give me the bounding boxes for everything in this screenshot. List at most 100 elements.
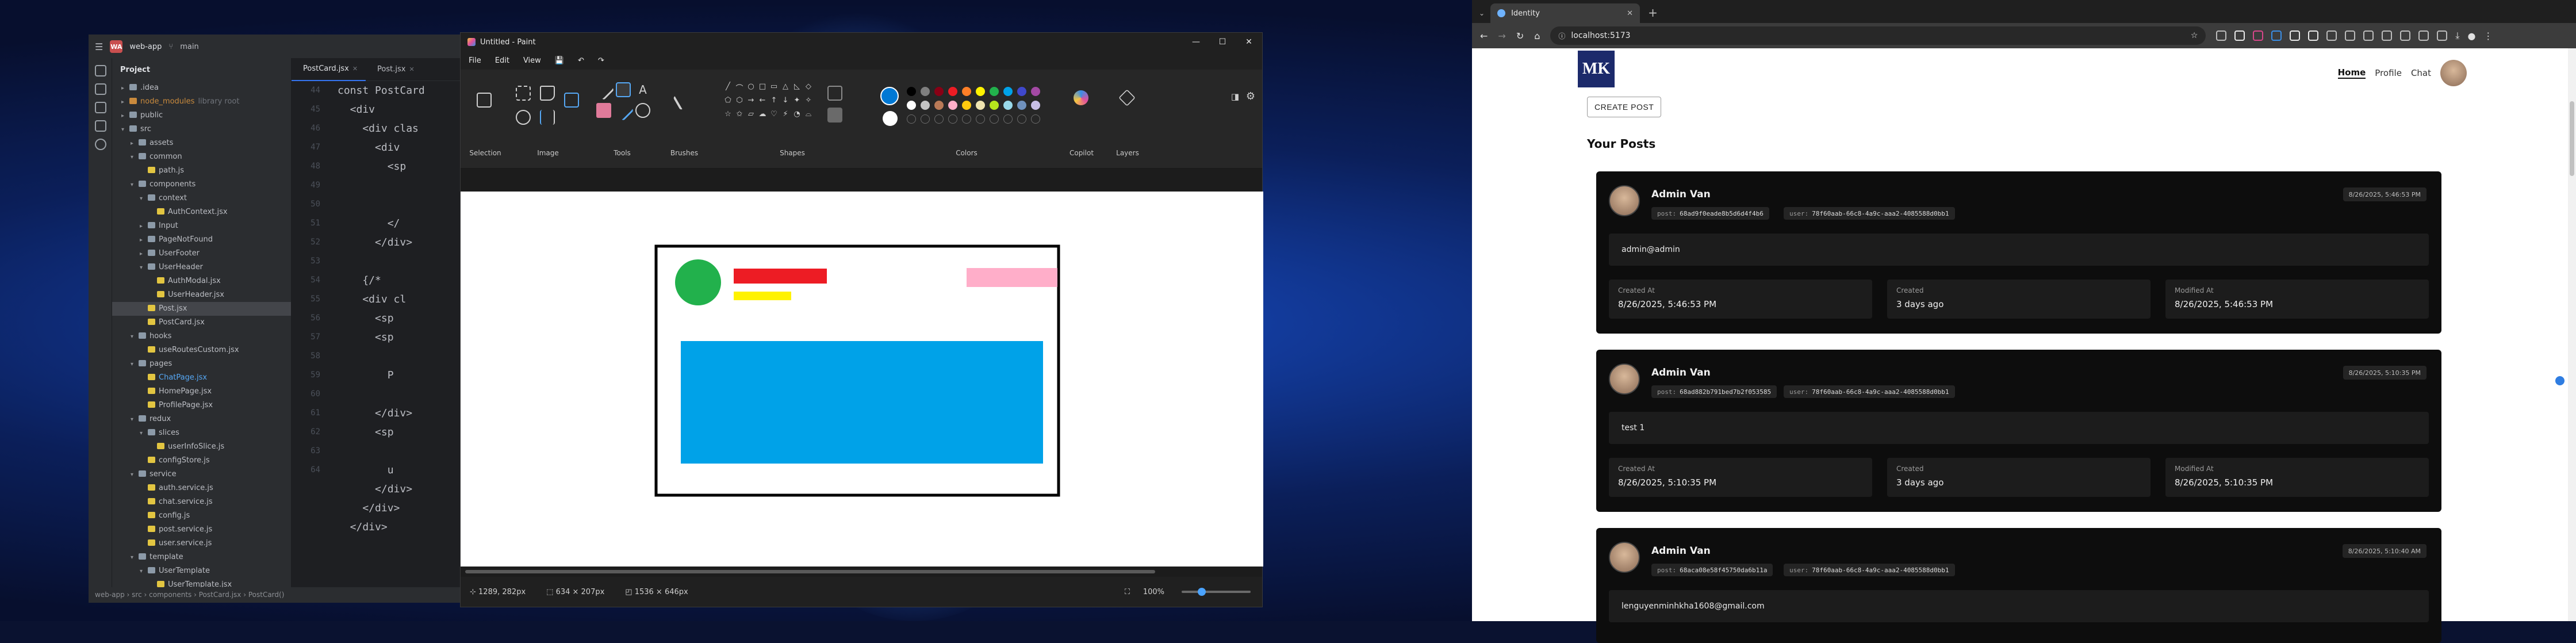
color-swatch[interactable] (921, 101, 930, 110)
color-swatch[interactable] (976, 87, 985, 96)
settings-icon[interactable]: ⚙ (1246, 90, 1255, 102)
image-select-icon[interactable] (564, 93, 579, 108)
author-avatar[interactable] (1609, 542, 1640, 573)
secondary-color-swatch[interactable] (883, 111, 898, 126)
nav-link-home[interactable]: Home (2337, 67, 2366, 79)
color-swatch[interactable] (990, 87, 999, 96)
shape-option-icon[interactable]: ☁ (757, 110, 768, 118)
color-swatch[interactable] (990, 101, 999, 110)
primary-color-swatch[interactable] (880, 87, 899, 105)
tab-close-icon[interactable]: ✕ (409, 66, 414, 73)
expand-arrow-icon[interactable]: ▾ (140, 427, 148, 440)
project-name[interactable]: web-app (129, 43, 162, 51)
shape-option-icon[interactable]: △ (780, 82, 791, 91)
shape-option-icon[interactable]: ○ (746, 82, 756, 91)
color-swatch[interactable] (921, 114, 930, 124)
tree-item[interactable]: auth.service.js (112, 481, 291, 495)
tab-search-icon[interactable]: ⌄ (1477, 9, 1490, 23)
shape-option-icon[interactable]: ▭ (769, 82, 779, 91)
scrollbar-thumb[interactable] (2570, 101, 2574, 176)
browser-tab[interactable]: Identity ✕ (1490, 3, 1640, 23)
expand-arrow-icon[interactable]: ▾ (131, 468, 139, 481)
crop-icon[interactable] (516, 86, 531, 101)
shape-option-icon[interactable]: □ (757, 82, 768, 91)
forward-icon[interactable]: → (1498, 30, 1505, 41)
color-swatch[interactable] (962, 114, 971, 124)
tree-item[interactable]: ProfilePage.jsx (112, 399, 291, 412)
extension-icon[interactable] (2400, 30, 2411, 41)
breadcrumb-item[interactable]: src (132, 591, 142, 599)
breadcrumb-item[interactable]: web-app (95, 591, 125, 599)
color-swatch[interactable] (962, 87, 971, 96)
shape-option-icon[interactable]: ◔ (792, 110, 802, 118)
breadcrumb-item[interactable]: components (149, 591, 191, 599)
author-avatar[interactable] (1609, 363, 1640, 395)
tree-item[interactable]: ▾ redux (112, 412, 291, 426)
tree-item[interactable]: ▾ UserTemplate (112, 564, 291, 578)
outline-icon[interactable] (827, 86, 842, 101)
tree-item[interactable]: ▸ node_modules library root (112, 95, 291, 109)
color-swatch[interactable] (976, 101, 985, 110)
shape-option-icon[interactable]: ⌒ (734, 82, 745, 93)
tree-item[interactable]: ▾ template (112, 550, 291, 564)
expand-arrow-icon[interactable]: ▸ (121, 109, 129, 123)
copilot-icon[interactable] (1074, 90, 1088, 105)
reload-icon[interactable]: ↻ (1516, 30, 1524, 41)
horizontal-scrollbar[interactable] (465, 570, 1155, 573)
zoom-slider-thumb[interactable] (1198, 588, 1206, 596)
color-swatch[interactable] (934, 114, 944, 124)
shape-option-icon[interactable]: ✩ (734, 110, 745, 118)
undo-icon[interactable]: ↶ (578, 56, 584, 65)
expand-arrow-icon[interactable]: ▾ (140, 192, 148, 205)
tree-item[interactable]: ▾ context (112, 192, 291, 205)
color-swatch[interactable] (948, 87, 957, 96)
color-swatch[interactable] (907, 87, 916, 96)
extension-icon[interactable] (2418, 30, 2429, 41)
color-swatch[interactable] (1017, 114, 1026, 124)
color-swatch[interactable] (1017, 101, 1026, 110)
color-swatch[interactable] (962, 101, 971, 110)
tab-close-icon[interactable]: ✕ (1627, 9, 1633, 18)
tree-item[interactable]: PostCard.jsx (112, 316, 291, 330)
address-bar[interactable]: ⓘ localhost:5173 ☆ (1550, 26, 2206, 45)
color-swatch[interactable] (1017, 87, 1026, 96)
expand-arrow-icon[interactable]: ▸ (140, 247, 148, 261)
shape-option-icon[interactable]: ← (757, 96, 768, 105)
color-swatch[interactable] (934, 101, 944, 110)
tree-item[interactable]: ▸ UserFooter (112, 247, 291, 261)
tree-item[interactable]: ▾ slices (112, 426, 291, 440)
expand-arrow-icon[interactable]: ▾ (140, 565, 148, 578)
color-swatch[interactable] (921, 87, 930, 96)
expand-arrow-icon[interactable]: ▾ (131, 413, 139, 426)
paint-menu-item[interactable]: View (523, 56, 541, 65)
shape-option-icon[interactable]: ✧ (803, 96, 814, 105)
color-swatch[interactable] (1003, 87, 1013, 96)
tree-item[interactable]: ▾ components (112, 178, 291, 192)
shape-option-icon[interactable]: → (746, 96, 756, 105)
tab-close-icon[interactable]: ✕ (352, 65, 358, 72)
create-post-button[interactable]: CREATE POST (1587, 97, 1662, 117)
shape-option-icon[interactable]: ↑ (769, 96, 779, 105)
rotate-icon[interactable] (516, 110, 531, 125)
tree-item[interactable]: userInfoSlice.js (112, 440, 291, 454)
expand-arrow-icon[interactable]: ▾ (131, 358, 139, 371)
author-avatar[interactable] (1609, 185, 1640, 216)
color-swatch[interactable] (1031, 114, 1040, 124)
shape-option-icon[interactable]: ◇ (803, 82, 814, 91)
expand-arrow-icon[interactable]: ▸ (121, 95, 129, 109)
shapes-gallery[interactable]: ╱ ⌒ ○ □ ▭ △ ◺ ◇ ⬠ ⬡ → ← ↑ ↓ ✦ ✧ ☆ ✩ ▱ ☁ ♡ ⚡ ◔ ⌓ (723, 82, 821, 126)
expand-arrow-icon[interactable]: ▸ (140, 234, 148, 247)
shape-option-icon[interactable]: ⬡ (734, 96, 745, 105)
extension-icon[interactable] (2308, 30, 2319, 41)
fit-icon[interactable]: ⛶ (1125, 588, 1130, 596)
extension-icon[interactable] (2345, 30, 2356, 41)
tree-item[interactable]: ▸ public (112, 109, 291, 123)
tree-item[interactable]: ▾ service (112, 468, 291, 481)
minimize-icon[interactable]: — (1183, 33, 1209, 51)
tree-item[interactable]: ▾ hooks (112, 330, 291, 343)
nav-link-chat[interactable]: Chat (2411, 68, 2431, 78)
magnifier-icon[interactable] (635, 103, 650, 118)
tree-item[interactable]: chat.service.js (112, 495, 291, 509)
expand-arrow-icon[interactable]: ▸ (121, 82, 129, 95)
tree-item[interactable]: ▸ Input (112, 219, 291, 233)
